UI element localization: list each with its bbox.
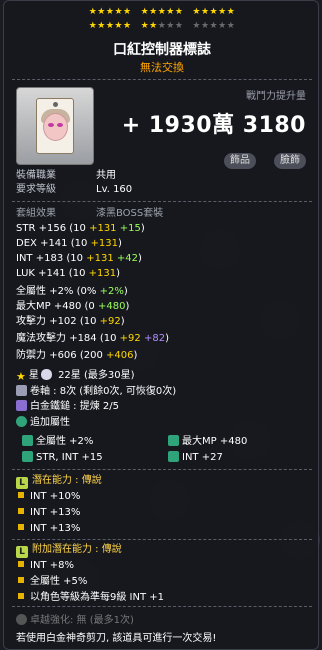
item-name: 口紅控制器標誌	[113, 42, 211, 58]
stat-allstat: 全屬性 +2% (0% +2%)	[16, 286, 128, 297]
star-force-row-1: ★★★★★ ★★★★★ ★★★★★	[88, 7, 236, 17]
item-tooltip: ★★★★★ ★★★★★ ★★★★★ ★★★★★ ★★★★★ ★★★★★ 口紅控制器標誌 …	[3, 0, 319, 650]
additional-line-1: INT +8%	[18, 559, 74, 572]
bonus-green-icon	[168, 435, 179, 446]
scissors-notice: 若使用白金神奇剪刀, 該道具可進行一次交易!	[16, 633, 217, 644]
potential-line-3: INT +13%	[18, 522, 80, 535]
bonus-green-icon	[22, 435, 33, 446]
stat-maxmp: 最大MP +480 (0 +480)	[16, 301, 130, 312]
bonus-stat-icon	[16, 416, 27, 427]
soul-icon	[16, 614, 27, 625]
star-force-info: ★ 星 22星 (最多30星)	[16, 369, 135, 383]
additional-potential-header: L 附加潛在能力 : 傳說	[16, 543, 122, 558]
set-effect-name: 漆黑BOSS套裝	[96, 208, 164, 219]
scroll-icon	[16, 385, 27, 396]
bonus-stat-header: 追加屬性	[16, 416, 70, 429]
bonus-str-int: STR, INT +15	[22, 451, 103, 464]
combat-power-label: 戰鬥力提升量	[246, 91, 306, 102]
combat-power-value: + 1930萬 3180	[121, 113, 306, 138]
divider	[12, 79, 312, 80]
stat-int: INT +183 (10 +131 +42)	[16, 253, 142, 264]
hammer-icon	[16, 400, 27, 411]
star-icon: ★	[16, 370, 26, 383]
stat-attack: 攻擊力 +102 (10 +92)	[16, 316, 125, 327]
trade-status: 無法交換	[140, 61, 184, 74]
bonus-green-icon	[22, 451, 33, 462]
lip-tag-icon	[36, 98, 74, 154]
legendary-icon: L	[16, 477, 28, 489]
level-value: Lv. 160	[96, 184, 133, 195]
category-badge-face: 臉飾	[274, 153, 306, 169]
potential-line-2: INT +13%	[18, 506, 80, 519]
stat-defense: 防禦力 +606 (200 +406)	[16, 350, 138, 361]
bonus-int: INT +27	[168, 451, 223, 464]
stat-luk: LUK +141 (10 +131)	[16, 268, 120, 279]
item-icon	[16, 87, 94, 165]
level-row: 要求等級	[16, 184, 56, 195]
soul-weapon-info: 卓越強化: 無 (最多1次)	[16, 611, 134, 626]
job-value: 共用	[96, 170, 116, 181]
scroll-info: 卷軸 : 8次 (剩餘0次, 可恢復0次)	[16, 385, 176, 398]
bonus-maxmp: 最大MP +480	[168, 435, 247, 448]
potential-line-1: INT +10%	[18, 490, 80, 503]
stat-str: STR +156 (10 +131 +15)	[16, 223, 145, 234]
star-force-row-2: ★★★★★ ★★★★★ ★★★★★	[88, 21, 236, 31]
stat-magic-attack: 魔法攻擊力 +184 (10 +92 +82)	[16, 333, 169, 344]
glove-icon	[40, 369, 52, 380]
job-row: 裝備職業	[16, 170, 56, 181]
bonus-allstat: 全屬性 +2%	[22, 435, 93, 448]
additional-line-3: 以角色等級為準每9級 INT +1	[18, 591, 164, 604]
potential-header: L 潛在能力 : 傳說	[16, 474, 102, 489]
category-badge-accessory: 飾品	[224, 153, 256, 169]
hammer-info: 白金鐵鎚 : 提煉 2/5	[16, 400, 119, 413]
legendary-icon: L	[16, 546, 28, 558]
bonus-green-icon	[168, 451, 179, 462]
additional-line-2: 全屬性 +5%	[18, 575, 87, 588]
stat-dex: DEX +141 (10 +131)	[16, 238, 122, 249]
set-effect-label: 套組效果	[16, 208, 56, 219]
